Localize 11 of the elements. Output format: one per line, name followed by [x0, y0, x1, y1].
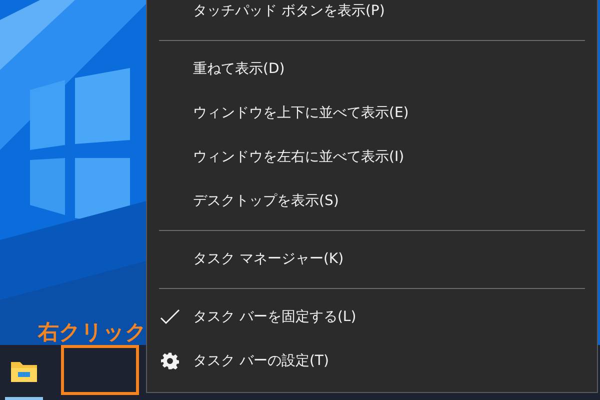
menu-item[interactable]: デスクトップを表示(S): [147, 179, 597, 223]
menu-item[interactable]: タスク マネージャー(K): [147, 237, 597, 281]
annotation-text: 右クリック: [38, 319, 147, 346]
menu-item[interactable]: タッチパッド ボタンを表示(P): [147, 0, 597, 33]
menu-item[interactable]: ウィンドウを上下に並べて表示(E): [147, 91, 597, 135]
menu-item[interactable]: タスク バーの設定(T): [147, 339, 597, 383]
menu-item[interactable]: ウィンドウを左右に並べて表示(I): [147, 135, 597, 179]
folder-icon: [10, 359, 38, 383]
menu-item[interactable]: タスク バーを固定する(L): [147, 295, 597, 339]
settings-icon: [161, 352, 179, 370]
menu-item[interactable]: 重ねて表示(D): [147, 47, 597, 91]
